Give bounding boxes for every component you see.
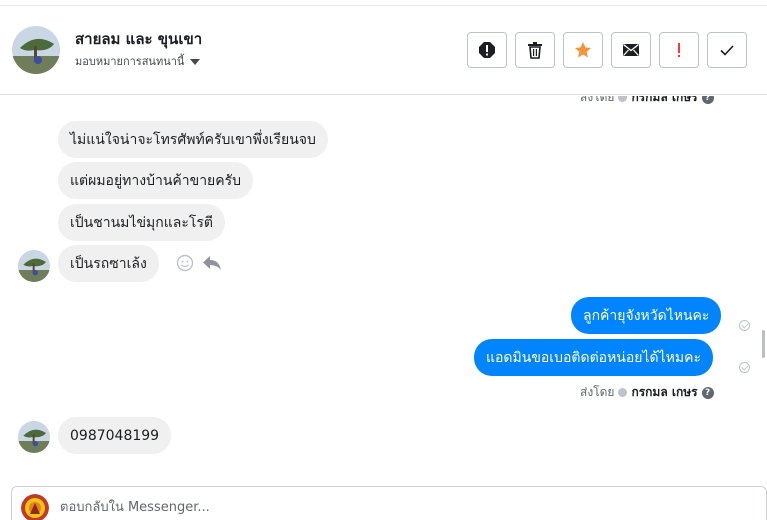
- sender-name: กรกมล เกษร: [631, 96, 698, 104]
- sent-by-meta: ส่งโดย กรกมล เกษร ?: [580, 383, 714, 402]
- incoming-message[interactable]: เป็นชานมไข่มุกและโรตี: [58, 204, 225, 241]
- help-icon[interactable]: ?: [701, 96, 714, 104]
- caret-down-icon: [190, 58, 201, 65]
- seen-check-icon: [739, 320, 750, 331]
- envelope-icon: [623, 43, 639, 56]
- reply-input[interactable]: [60, 497, 740, 517]
- mark-spam-button[interactable]: [467, 32, 507, 68]
- message-thread[interactable]: ส่งโดย กรกมล เกษร ? ไม่แน่ใจน่าจะโทรศัพท…: [0, 96, 767, 476]
- incoming-message[interactable]: 0987048199: [58, 417, 172, 454]
- page-avatar: [21, 494, 49, 520]
- alert-circle-icon: [479, 42, 495, 58]
- contact-message-avatar[interactable]: [18, 421, 50, 453]
- reply-composer: [11, 486, 767, 520]
- sent-by-meta-top: ส่งโดย กรกมล เกษร ?: [580, 96, 714, 107]
- assign-conversation-label: มอบหมายการสนทนานี้: [75, 55, 185, 68]
- seen-check-icon: [739, 362, 750, 373]
- sent-by-label: ส่งโดย: [580, 96, 615, 104]
- delete-button[interactable]: [515, 32, 555, 68]
- reply-icon[interactable]: [202, 255, 222, 271]
- help-icon[interactable]: ?: [701, 386, 714, 399]
- assign-conversation-dropdown[interactable]: มอบหมายการสนทนานี้: [75, 52, 201, 70]
- contact-message-avatar[interactable]: [18, 250, 50, 282]
- follow-up-button[interactable]: [659, 32, 699, 68]
- sender-name: กรกมล เกษร: [631, 385, 698, 399]
- conversation-header: สายลม และ ขุนเขา มอบหมายการสนทนานี้: [0, 7, 767, 95]
- incoming-message[interactable]: เป็นรถซาเล้ง: [58, 245, 159, 282]
- contact-name: สายลม และ ขุนเขา: [75, 30, 203, 48]
- smiley-icon[interactable]: [176, 254, 194, 272]
- contact-avatar[interactable]: [12, 26, 60, 74]
- mark-unread-button[interactable]: [611, 32, 651, 68]
- outgoing-message[interactable]: ลูกค้ายุจังหวัดไหนคะ: [571, 297, 722, 334]
- message-hover-actions: [176, 254, 222, 272]
- trash-icon: [528, 42, 542, 59]
- sent-check-icon: [618, 96, 628, 102]
- sent-check-icon: [618, 388, 628, 397]
- exclamation-icon: [678, 43, 680, 57]
- thread-scrollbar[interactable]: [762, 330, 765, 358]
- conversation-actions: [467, 32, 747, 68]
- sent-by-label: ส่งโดย: [580, 385, 615, 399]
- incoming-message[interactable]: แต่ผมอยู่ทางบ้านค้าขายครับ: [58, 162, 254, 199]
- star-icon: [575, 42, 591, 58]
- star-button[interactable]: [563, 32, 603, 68]
- checkmark-icon: [720, 45, 734, 56]
- top-divider: [0, 0, 767, 6]
- incoming-message[interactable]: ไม่แน่ใจน่าจะโทรศัพท์ครับเขาพึ่งเรียนจบ: [58, 121, 328, 158]
- outgoing-message[interactable]: แอดมินขอเบอติดต่อหน่อยได้ไหมคะ: [474, 339, 713, 376]
- mark-done-button[interactable]: [707, 32, 747, 68]
